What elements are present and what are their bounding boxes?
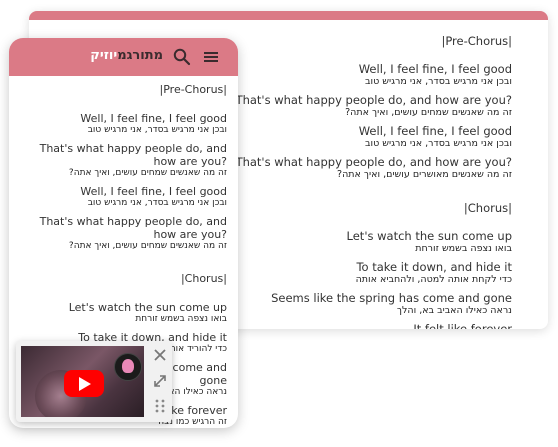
lyric-line-hebrew: ובכן אני מרגיש בסדר, אני מרגיש טוב	[87, 198, 227, 208]
lyric-line-hebrew: ובכן אני מרגיש בסדר, אני מרגיש טוב	[364, 138, 512, 149]
floating-video-player[interactable]	[16, 341, 172, 422]
channel-avatar[interactable]	[114, 353, 142, 381]
lyric-line-english: Let's watch the sun come up	[68, 301, 227, 314]
desktop-header-strip	[29, 11, 548, 20]
section-heading: |Pre-Chorus|	[441, 34, 512, 48]
lyric-line-english: Well, I feel fine, I feel good	[80, 185, 227, 198]
lyric-line-english: To take it down, and hide it	[356, 260, 512, 274]
lyric-line-english: That's what happy people do, and how are…	[235, 155, 512, 169]
lyric-line-hebrew: בואו נצפה בשמש זורחת	[415, 243, 512, 254]
desktop-lyric-lines: |Pre-Chorus| Well, I feel fine, I feel go…	[212, 34, 512, 329]
lyric-line-hebrew: זה מה שאנשים שמחים עושים, ואיך אתה?	[345, 107, 512, 118]
lyric-line-hebrew: נראה כאילו האביב בא, והלך	[396, 305, 512, 316]
mobile-header: מתורגמיוזיק	[9, 38, 238, 76]
lyric-line-english: Well, I feel fine, I feel good	[358, 124, 512, 138]
lyric-line-english: It felt like forever	[413, 322, 512, 329]
site-logo[interactable]: מתורגמיוזיק	[90, 48, 163, 63]
lyric-line-hebrew: ובכן אני מרגיש בסדר, אני מרגיש טוב	[364, 76, 512, 87]
section-heading: |Chorus|	[180, 272, 227, 285]
lyric-line-hebrew: זה מה שאנשים שמחים עושים, ואיך אתה?	[68, 168, 227, 178]
section-heading: |Pre-Chorus|	[159, 83, 227, 96]
search-icon[interactable]	[172, 47, 192, 67]
close-icon[interactable]	[152, 347, 168, 363]
section-heading: |Chorus|	[463, 201, 512, 215]
lyric-line-english: Seems like the spring has come and gone	[271, 291, 512, 305]
brand-dark: מתורגמ	[117, 48, 163, 63]
youtube-play-icon[interactable]	[64, 370, 104, 397]
brand-accent: יוזיק	[90, 48, 118, 63]
lyric-line-hebrew: כדי לקחת אותה למטה, ולהחביא אותה	[355, 274, 512, 285]
lyric-line-hebrew: זה מה שאנשים שמחים עושים, ואיך אתה?	[68, 241, 227, 251]
lyric-line-english: That's what happy people do, and how are…	[39, 142, 227, 168]
lyric-line-hebrew: בואו נצפה בשמש זורחת	[135, 314, 227, 324]
expand-icon[interactable]	[152, 373, 168, 389]
desktop-lyrics-panel: |Pre-Chorus| Well, I feel fine, I feel go…	[212, 34, 512, 329]
video-thumbnail[interactable]	[21, 346, 144, 417]
lyric-line-english: Well, I feel fine, I feel good	[80, 112, 227, 125]
lyric-line-hebrew: ובכן אני מרגיש בסדר, אני מרגיש טוב	[87, 125, 227, 135]
lyric-line-hebrew: זה מה שאנשים מאושרים עושים, ואיך אתה?	[337, 169, 512, 180]
drag-handle-icon[interactable]	[152, 398, 168, 414]
lyric-line-english: That's what happy people do, and how are…	[235, 93, 512, 107]
hamburger-menu-icon[interactable]	[201, 47, 221, 67]
lyric-line-english: That's what happy people do, and how are…	[39, 215, 227, 241]
lyric-line-english: Let's watch the sun come up	[346, 229, 512, 243]
lyric-line-english: Well, I feel fine, I feel good	[358, 62, 512, 76]
